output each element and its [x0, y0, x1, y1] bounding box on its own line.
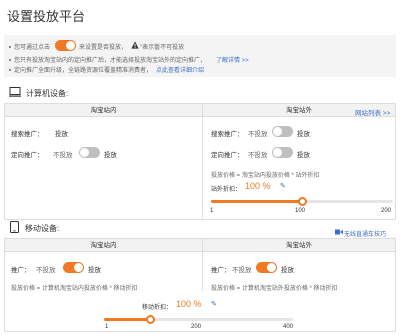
pc-right-search-label: 搜索推广： — [211, 131, 244, 138]
mobile-settings-table: 淘宝站内 淘宝站外 推广： 不投放 投放 推广： 不投放 投放 投放价格 = 计… — [4, 238, 396, 332]
mobile-right-toggle[interactable] — [256, 262, 277, 273]
pc-left-search-value: 投放 — [55, 131, 68, 138]
pc-right-search-on: 投放 — [297, 131, 310, 138]
mobile-slider-handle[interactable] — [146, 315, 156, 324]
mobile-tick-max: 400 — [283, 324, 294, 330]
pc-right-target-toggle[interactable] — [272, 147, 293, 158]
mobile-left-off: 不投放 — [36, 267, 56, 274]
mobile-slider-fill — [104, 318, 151, 321]
pc-tick-mid: 100 — [295, 208, 306, 214]
pc-discount-label: 站外折扣： — [211, 187, 242, 193]
pc-left-target-toggle[interactable] — [79, 147, 100, 158]
mobile-discount-label: 移动折扣： — [142, 305, 173, 311]
info-toggle[interactable] — [55, 40, 76, 51]
column-divider — [202, 239, 203, 291]
phone-icon — [10, 221, 19, 233]
monitor-icon — [9, 87, 21, 97]
video-icon — [335, 229, 343, 235]
mobile-right-off: 不投放 — [232, 267, 252, 274]
pc-formula: 投放价格 = 淘宝站内投放价格 * 站外折扣 — [211, 173, 320, 179]
mobile-right-on: 投放 — [281, 267, 294, 274]
pc-tick-min: 1 — [210, 208, 214, 214]
mobile-left-on: 投放 — [88, 267, 101, 274]
bullet — [9, 59, 11, 61]
toggle-knob — [273, 127, 282, 136]
info-line1-suffix: "表示暂不可投放 — [140, 45, 185, 51]
pc-slider-handle[interactable] — [297, 197, 307, 206]
mobile-right-label: 推广： — [211, 267, 231, 274]
column-divider — [202, 104, 203, 219]
bullet — [9, 69, 11, 71]
mobile-col-offsite: 淘宝站外 — [203, 239, 395, 252]
info-line3-text: 定向推广全面升级，全链路资源位覆盖精准消费者， — [14, 68, 153, 74]
pc-left-search-label: 搜索推广： — [11, 131, 44, 138]
mobile-col-onsite: 淘宝站内 — [5, 239, 202, 252]
pc-right-target-on: 投放 — [297, 152, 310, 159]
pencil-icon[interactable]: ✎ — [211, 300, 217, 308]
mobile-discount-value: 100 % — [176, 299, 202, 309]
pc-col-onsite: 淘宝站内 — [5, 104, 202, 117]
pc-right-search-toggle[interactable] — [272, 126, 293, 137]
pc-left-target-off: 不投放 — [53, 152, 73, 159]
pc-left-target-on: 投放 — [104, 152, 117, 159]
site-list-link[interactable]: 网站列表 >> — [355, 107, 390, 117]
mobile-tick-min: 1 — [105, 324, 109, 330]
info-line2-text: 您只有投放淘宝站内的定向推广后，才能选择投放淘宝站外的定向推广， — [14, 58, 207, 64]
details-link[interactable]: 点此查看详细介绍 — [156, 65, 204, 74]
pc-settings-table: 淘宝站内 淘宝站外 网站列表 >> 搜索推广： 投放 定向推广： 不投放 投放 … — [4, 103, 396, 220]
wireless-tips-link[interactable]: 无线直通车技巧 — [344, 229, 386, 238]
toggle-knob — [74, 263, 83, 272]
pc-tick-max: 200 — [381, 208, 392, 214]
pc-right-target-label: 定向推广： — [211, 152, 244, 159]
pencil-icon[interactable]: ✎ — [280, 182, 286, 190]
pc-section-title: 计算机设备: — [26, 89, 69, 98]
warning-icon — [131, 41, 139, 49]
info-line1-prefix: 您可通过点击 — [14, 45, 51, 51]
mobile-left-formula: 投放价格 = 计算机淘宝站内投放价格 * 移动折扣 — [11, 286, 138, 292]
pc-slider-fill — [211, 200, 302, 203]
toggle-knob — [66, 41, 75, 50]
toggle-knob — [267, 263, 276, 272]
pc-discount-value: 100 % — [245, 181, 271, 191]
info-line1-mid: 来设置是否投放， — [79, 45, 128, 51]
bullet — [9, 46, 11, 48]
mobile-tick-mid: 200 — [191, 324, 202, 330]
page-title: 设置投放平台 — [7, 9, 86, 24]
mobile-left-toggle[interactable] — [63, 262, 84, 273]
mobile-section-title: 移动设备: — [25, 224, 60, 233]
mobile-right-formula: 投放价格 = 计算机淘宝站外投放价格 * 移动折扣 — [211, 286, 338, 292]
pc-right-search-off: 不投放 — [248, 131, 268, 138]
pc-left-target-label: 定向推广： — [11, 152, 44, 159]
toggle-knob — [80, 148, 89, 157]
info-panel: 您可通过点击 来设置是否投放， "表示暂不可投放 您只有投放淘宝站内的定向推广后… — [4, 35, 396, 77]
mobile-left-label: 推广： — [11, 267, 31, 274]
pc-right-target-off: 不投放 — [248, 152, 268, 159]
learn-more-link[interactable]: 了解详情 >> — [216, 55, 249, 64]
toggle-knob — [273, 148, 282, 157]
